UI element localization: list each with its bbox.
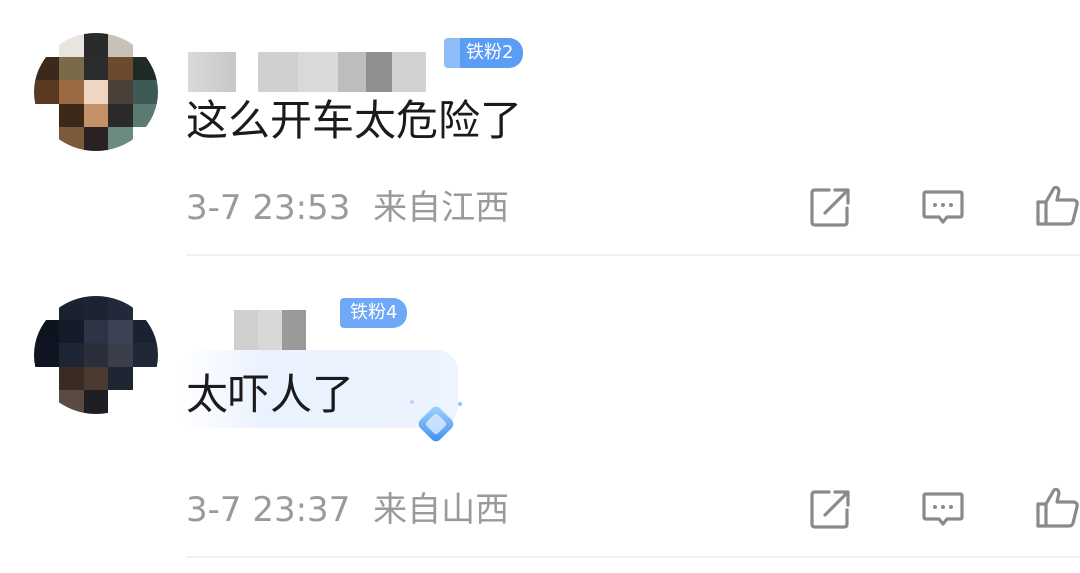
username[interactable] — [186, 52, 436, 92]
fan-level-badge: 铁粉4 — [340, 298, 408, 328]
comment-icon[interactable] — [920, 486, 966, 532]
share-icon[interactable] — [807, 184, 853, 230]
comment-text: 这么开车太危险了 — [186, 96, 523, 145]
comment-item: 铁粉2 这么开车太危险了 3-7 23:53 来自江西 — [0, 0, 1080, 258]
share-icon[interactable] — [807, 486, 853, 532]
comment-meta: 3-7 23:53 来自江西 — [186, 188, 509, 228]
thumbs-up-icon[interactable] — [1034, 484, 1080, 530]
comment-time: 3-7 23:53 — [186, 188, 351, 228]
comment-icon[interactable] — [920, 184, 966, 230]
comment-item: 铁粉4 太吓人了 3-7 23:37 来自山西 — [0, 258, 1080, 558]
avatar[interactable] — [34, 296, 158, 414]
comment-location: 来自江西 — [373, 188, 510, 228]
divider — [186, 254, 1080, 256]
comment-location: 来自山西 — [373, 490, 510, 530]
comment-meta: 3-7 23:37 来自山西 — [186, 490, 509, 530]
fan-level-badge: 铁粉2 — [444, 38, 524, 68]
avatar[interactable] — [34, 33, 158, 151]
sparkle-icon — [410, 400, 462, 442]
comment-time: 3-7 23:37 — [186, 490, 351, 530]
divider — [186, 556, 1080, 558]
username[interactable] — [186, 310, 316, 350]
comment-text: 太吓人了 — [186, 370, 355, 419]
thumbs-up-icon[interactable] — [1034, 182, 1080, 228]
